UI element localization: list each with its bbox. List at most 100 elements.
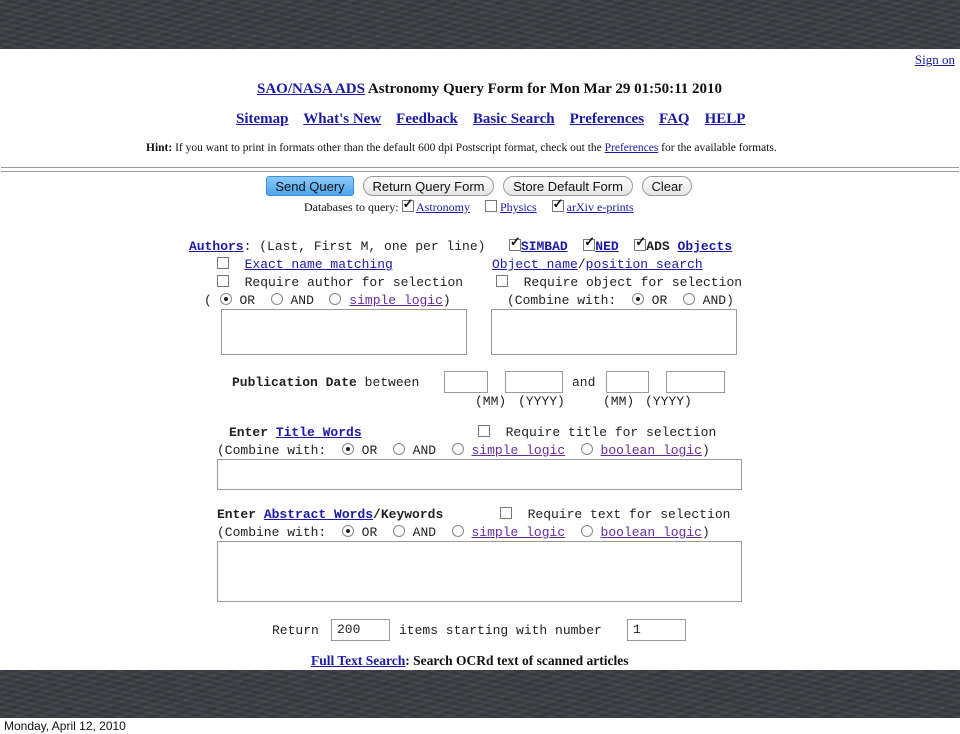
end-year-input[interactable]	[666, 371, 725, 393]
require-object-checkbox[interactable]	[496, 275, 508, 287]
position-search-link[interactable]: position search	[586, 257, 703, 272]
objects-link[interactable]: Objects	[678, 239, 733, 254]
authors-link[interactable]: Authors	[189, 239, 244, 254]
return-query-form-button[interactable]: Return Query Form	[363, 176, 494, 196]
yyyy-hint-2: (YYYY)	[645, 394, 692, 409]
hint-label: Hint:	[146, 142, 173, 154]
require-title-row: Require title for selection	[478, 425, 716, 440]
exact-name-link[interactable]: Exact name matching	[245, 257, 393, 272]
author-or-radio[interactable]	[219, 293, 232, 305]
physics-link[interactable]: Physics	[500, 200, 537, 214]
mm-hint-2: (MM)	[603, 394, 635, 409]
object-search-row: Object name/position search	[492, 257, 703, 272]
title-and-radio[interactable]	[392, 443, 405, 455]
abstract-or-radio[interactable]	[341, 525, 354, 537]
end-month-input[interactable]	[606, 371, 649, 393]
keywords-label: /Keywords	[373, 507, 444, 522]
browser-page: Sign on SAO/NASA ADS Astronomy Query For…	[1, 49, 959, 670]
nav-help[interactable]: HELP	[705, 111, 746, 127]
author-and-radio[interactable]	[270, 293, 283, 305]
paren-open: (	[204, 293, 212, 308]
object-and-label: AND)	[702, 293, 734, 308]
ned-link[interactable]: NED	[595, 239, 618, 254]
abstract-and-radio[interactable]	[392, 525, 405, 537]
objects-textarea[interactable]	[491, 309, 737, 355]
title-simple-logic-link[interactable]: simple logic	[472, 443, 566, 458]
sign-on-link[interactable]: Sign on	[915, 52, 955, 68]
ads-label: ADS	[646, 239, 670, 254]
title-words-link[interactable]: Title Words	[276, 425, 362, 440]
abstract-words-textarea[interactable]	[217, 541, 742, 602]
title-boolean-logic-link[interactable]: boolean logic	[601, 443, 702, 458]
abstract-simple-radio[interactable]	[451, 525, 464, 537]
simbad-checkbox[interactable]	[508, 235, 521, 251]
author-simple-logic-link[interactable]: simple logic	[349, 293, 443, 308]
slide-background-bottom	[0, 670, 960, 718]
require-author-checkbox[interactable]	[217, 275, 229, 287]
nav-faq[interactable]: FAQ	[659, 111, 690, 127]
object-name-link[interactable]: Object name	[492, 257, 578, 272]
paren-close: )	[442, 293, 451, 308]
full-text-search-link[interactable]: Full Text Search	[311, 653, 405, 668]
arxiv-checkbox[interactable]	[551, 196, 564, 212]
title-or-radio[interactable]	[341, 443, 354, 455]
astronomy-link[interactable]: Astronomy	[416, 200, 470, 214]
abstract-simple-logic-link[interactable]: simple logic	[472, 525, 566, 540]
physics-checkbox[interactable]	[484, 200, 497, 212]
slide-date: Monday, April 12, 2010	[0, 718, 960, 734]
start-month-input[interactable]	[444, 371, 488, 393]
abstract-boolean-logic-link[interactable]: boolean logic	[601, 525, 702, 540]
databases-row: Databases to query: Astronomy Physics ar…	[304, 196, 634, 215]
astronomy-checkbox[interactable]	[401, 196, 414, 212]
arxiv-link[interactable]: arXiv e-prints	[567, 200, 634, 214]
require-author-label: Require author for selection	[244, 275, 464, 290]
page-title: SAO/NASA ADS Astronomy Query Form for Mo…	[257, 81, 722, 98]
simbad-link[interactable]: SIMBAD	[521, 239, 568, 254]
exact-name-checkbox[interactable]	[217, 257, 229, 269]
hint-line: Hint: If you want to print in formats ot…	[146, 142, 777, 154]
hint-preferences-link[interactable]: Preferences	[605, 142, 659, 154]
store-default-form-button[interactable]: Store Default Form	[503, 176, 633, 196]
ned-checkbox[interactable]	[583, 235, 596, 251]
pubdate-and: and	[572, 375, 596, 390]
nav-feedback[interactable]: Feedback	[396, 111, 458, 127]
page-title-text: Astronomy Query Form for Mon Mar 29 01:5…	[367, 81, 723, 97]
ads-title-link[interactable]: SAO/NASA ADS	[257, 81, 365, 97]
title-words-textarea[interactable]	[217, 459, 742, 490]
abstract-boolean-radio[interactable]	[580, 525, 593, 537]
require-title-checkbox[interactable]	[478, 425, 490, 437]
abstract-enter: Enter	[217, 507, 257, 522]
authors-textarea[interactable]	[221, 309, 467, 355]
nav-basic-search[interactable]: Basic Search	[473, 111, 555, 127]
require-text-label: Require text for selection	[527, 507, 731, 522]
hint-text: If you want to print in formats other th…	[175, 142, 602, 154]
require-author-row: Require author for selection	[217, 275, 463, 290]
nav-sitemap[interactable]: Sitemap	[236, 111, 289, 127]
items-count-input[interactable]: 200	[331, 619, 390, 641]
nav-preferences[interactable]: Preferences	[570, 111, 644, 127]
title-logic-row: (Combine with: OR AND simple logic boole…	[217, 443, 710, 458]
object-combine-label: (Combine with:	[507, 293, 617, 308]
object-and-radio[interactable]	[682, 293, 695, 305]
start-year-input[interactable]	[505, 371, 563, 393]
slash: /	[577, 257, 586, 272]
send-query-button[interactable]: Send Query	[266, 176, 354, 196]
title-words-header: Enter Title Words	[229, 425, 362, 440]
pubdate-between: between	[364, 375, 420, 390]
abstract-words-link[interactable]: Abstract Words	[264, 507, 373, 522]
author-simple-radio[interactable]	[329, 293, 342, 305]
clear-button[interactable]: Clear	[642, 176, 692, 196]
title-simple-radio[interactable]	[451, 443, 464, 455]
nav-whats-new[interactable]: What's New	[303, 111, 381, 127]
start-number-input[interactable]: 1	[627, 619, 686, 641]
abstract-or-label: OR	[361, 525, 378, 540]
ads-checkbox[interactable]	[634, 235, 647, 251]
object-or-radio[interactable]	[631, 293, 644, 305]
title-boolean-radio[interactable]	[580, 443, 593, 455]
require-object-row: Require object for selection	[496, 275, 742, 290]
top-nav: Sitemap What's New Feedback Basic Search…	[236, 111, 745, 128]
authors-hint: : (Last, First M, one per line)	[243, 239, 486, 254]
items-starting-label: items starting with number	[399, 623, 602, 638]
require-text-checkbox[interactable]	[500, 507, 512, 519]
title-or-label: OR	[361, 443, 378, 458]
